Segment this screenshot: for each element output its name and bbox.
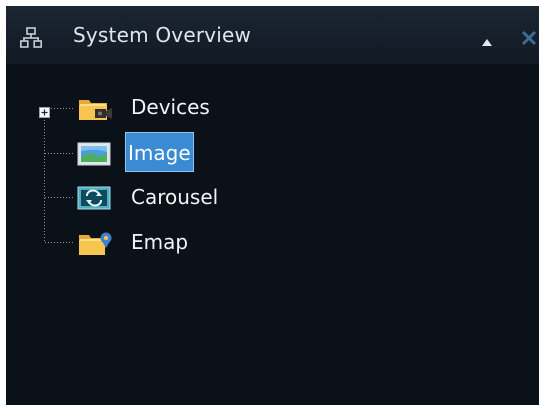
panel-header: System Overview (6, 6, 539, 64)
close-icon (521, 30, 537, 46)
tree-item-image[interactable]: Image (77, 132, 217, 172)
panel-title: System Overview (73, 23, 252, 47)
tree-item-label: Devices (131, 95, 210, 119)
image-icon (77, 140, 113, 172)
tree-item-label: Image (125, 132, 194, 172)
tree-item-carousel[interactable]: Carousel (77, 184, 247, 210)
close-button[interactable] (519, 26, 539, 50)
carousel-icon (77, 184, 113, 216)
system-overview-panel: System Overview Devices Image Carousel E… (6, 6, 539, 405)
plus-icon (39, 107, 50, 118)
expand-devices-button[interactable] (39, 103, 50, 118)
triangle-up-icon (482, 39, 492, 46)
tree-item-label: Carousel (131, 185, 219, 209)
tree-item-devices[interactable]: Devices (77, 94, 227, 120)
system-tree: Devices Image Carousel Emap (6, 64, 539, 405)
network-icon (20, 27, 42, 49)
tree-item-label: Emap (131, 230, 189, 254)
emap-folder-icon (77, 229, 113, 261)
collapse-button[interactable] (479, 33, 495, 46)
folder-camera-icon (77, 94, 113, 126)
tree-item-emap[interactable]: Emap (77, 229, 217, 255)
